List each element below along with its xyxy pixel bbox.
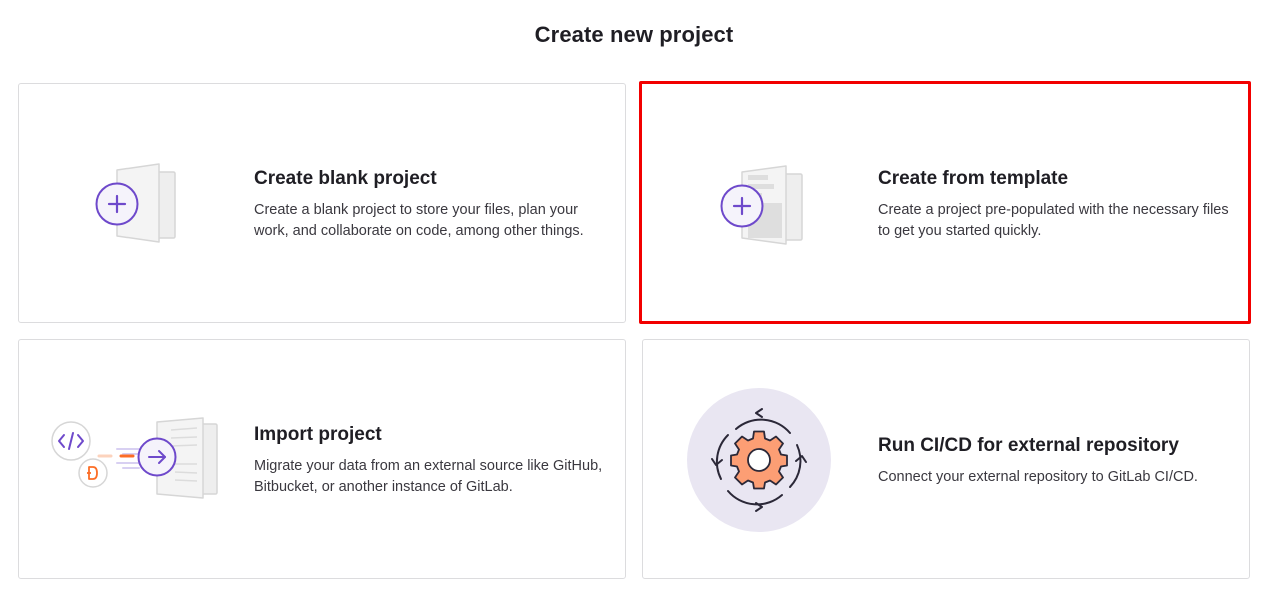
run-cicd-external-repo-card[interactable]: Run CI/CD for external repository Connec… (642, 339, 1250, 579)
card-description: Connect your external repository to GitL… (878, 469, 1198, 485)
card-title: Create from template (878, 168, 1069, 189)
card-description: Create a project pre-populated with the … (878, 202, 1229, 239)
card-description: Migrate your data from an external sourc… (254, 458, 603, 495)
template-project-icon (716, 162, 806, 248)
blank-project-icon (91, 160, 181, 246)
card-title: Run CI/CD for external repository (878, 435, 1179, 456)
new-project-page: Create new project Create blank project … (0, 0, 1275, 592)
card-title: Import project (254, 424, 382, 445)
create-from-template-card[interactable]: Create from template Create a project pr… (639, 81, 1251, 324)
import-project-icon (47, 416, 227, 506)
card-title: Create blank project (254, 168, 437, 189)
import-project-card[interactable]: Import project Migrate your data from an… (18, 339, 626, 579)
card-description: Create a blank project to store your fil… (254, 202, 584, 239)
page-title: Create new project (534, 22, 734, 47)
create-blank-project-card[interactable]: Create blank project Create a blank proj… (18, 83, 626, 323)
cicd-external-repo-icon (686, 387, 832, 533)
